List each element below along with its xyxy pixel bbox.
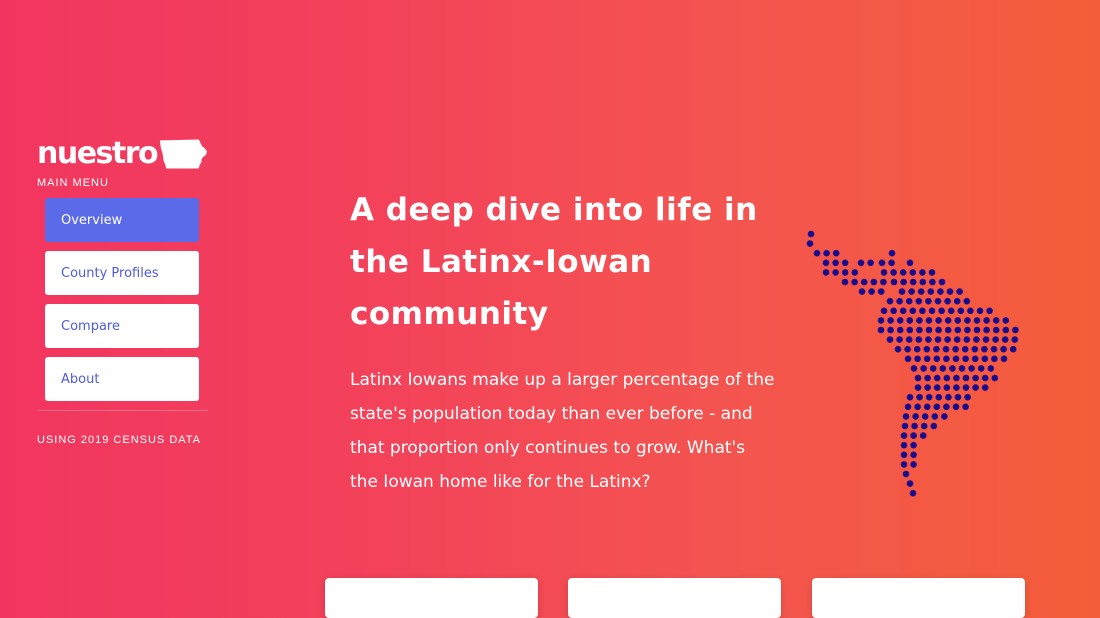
hero-lede: Latinx Iowans make up a larger percentag… — [350, 370, 775, 492]
brand-name: nuestro — [37, 136, 159, 171]
sidebar: nuestro MAIN MENU Overview County Profil… — [37, 136, 208, 446]
menu-item-label: County Profiles — [61, 265, 159, 281]
section-card[interactable] — [812, 578, 1025, 618]
section-card[interactable] — [568, 578, 781, 618]
menu-item-county-profiles[interactable]: County Profiles — [45, 251, 199, 295]
logo[interactable]: nuestro — [37, 136, 208, 172]
sidebar-divider — [37, 410, 208, 411]
latin-america-dot-map-icon — [806, 230, 1019, 497]
menu-item-compare[interactable]: Compare — [45, 304, 199, 348]
menu-item-label: About — [61, 371, 100, 387]
menu-item-label: Overview — [61, 212, 123, 228]
menu-item-about[interactable]: About — [45, 357, 199, 401]
census-data-note: USING 2019 CENSUS DATA — [37, 434, 202, 446]
main-menu: Overview County Profiles Compare About — [45, 198, 208, 401]
section-card[interactable] — [325, 578, 538, 618]
menu-item-overview[interactable]: Overview — [45, 198, 199, 242]
menu-item-label: Compare — [61, 318, 120, 334]
main-menu-heading: MAIN MENU — [37, 177, 109, 189]
iowa-state-icon — [160, 139, 208, 169]
hero-headline: A deep dive into life in the Latinx-Iowa… — [350, 192, 758, 332]
